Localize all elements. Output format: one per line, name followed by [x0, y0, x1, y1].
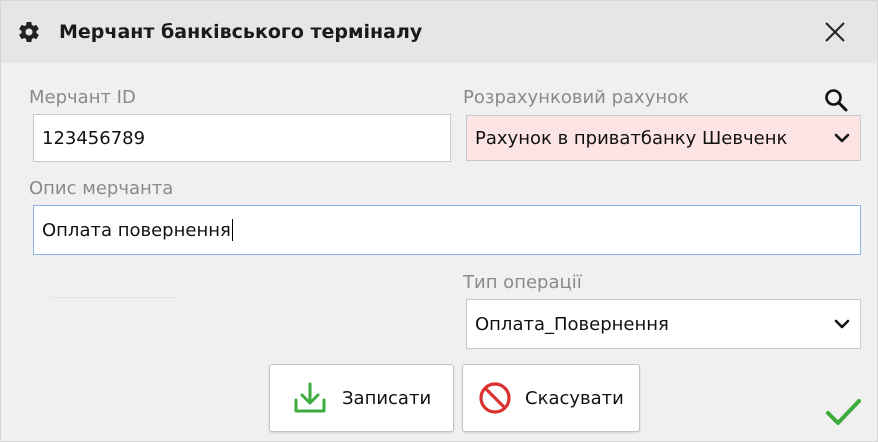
account-dropdown[interactable]: Рахунок в приватбанку Шевченк: [466, 115, 861, 161]
text-caret: [231, 219, 233, 241]
download-icon: [294, 382, 326, 413]
checkmark-icon[interactable]: [823, 395, 863, 429]
close-button[interactable]: [819, 16, 851, 48]
operation-type-value: Оплата_Повернення: [475, 313, 669, 335]
description-label: Опис мерчанта: [29, 178, 174, 199]
save-button-label: Записати: [342, 387, 432, 409]
dialog-window: Мерчант банківського терміналу Мерчант I…: [0, 0, 878, 442]
window-title: Мерчант банківського терміналу: [59, 21, 423, 43]
title-bar: Мерчант банківського терміналу: [1, 1, 877, 63]
operation-type-dropdown[interactable]: Оплата_Повернення: [466, 299, 861, 349]
description-input[interactable]: Оплата повернення: [33, 205, 861, 255]
cancel-icon: [479, 382, 511, 414]
cancel-button[interactable]: Скасувати: [462, 364, 640, 432]
merchant-id-input[interactable]: 123456789: [33, 114, 451, 162]
merchant-id-label: Мерчант ID: [29, 87, 136, 108]
gear-icon: [19, 22, 39, 43]
account-label: Розрахунковий рахунок: [463, 87, 689, 108]
account-value: Рахунок в приватбанку Шевченк: [475, 127, 788, 149]
description-value: Оплата повернення: [42, 219, 231, 241]
operation-type-label: Тип операції: [463, 272, 582, 293]
save-button[interactable]: Записати: [269, 364, 454, 432]
close-icon: [825, 22, 845, 42]
chevron-down-icon: [834, 133, 850, 143]
merchant-id-value: 123456789: [42, 127, 146, 149]
search-icon[interactable]: [823, 87, 849, 113]
cancel-button-label: Скасувати: [525, 387, 624, 409]
chevron-down-icon: [834, 319, 850, 329]
divider: [51, 297, 177, 298]
